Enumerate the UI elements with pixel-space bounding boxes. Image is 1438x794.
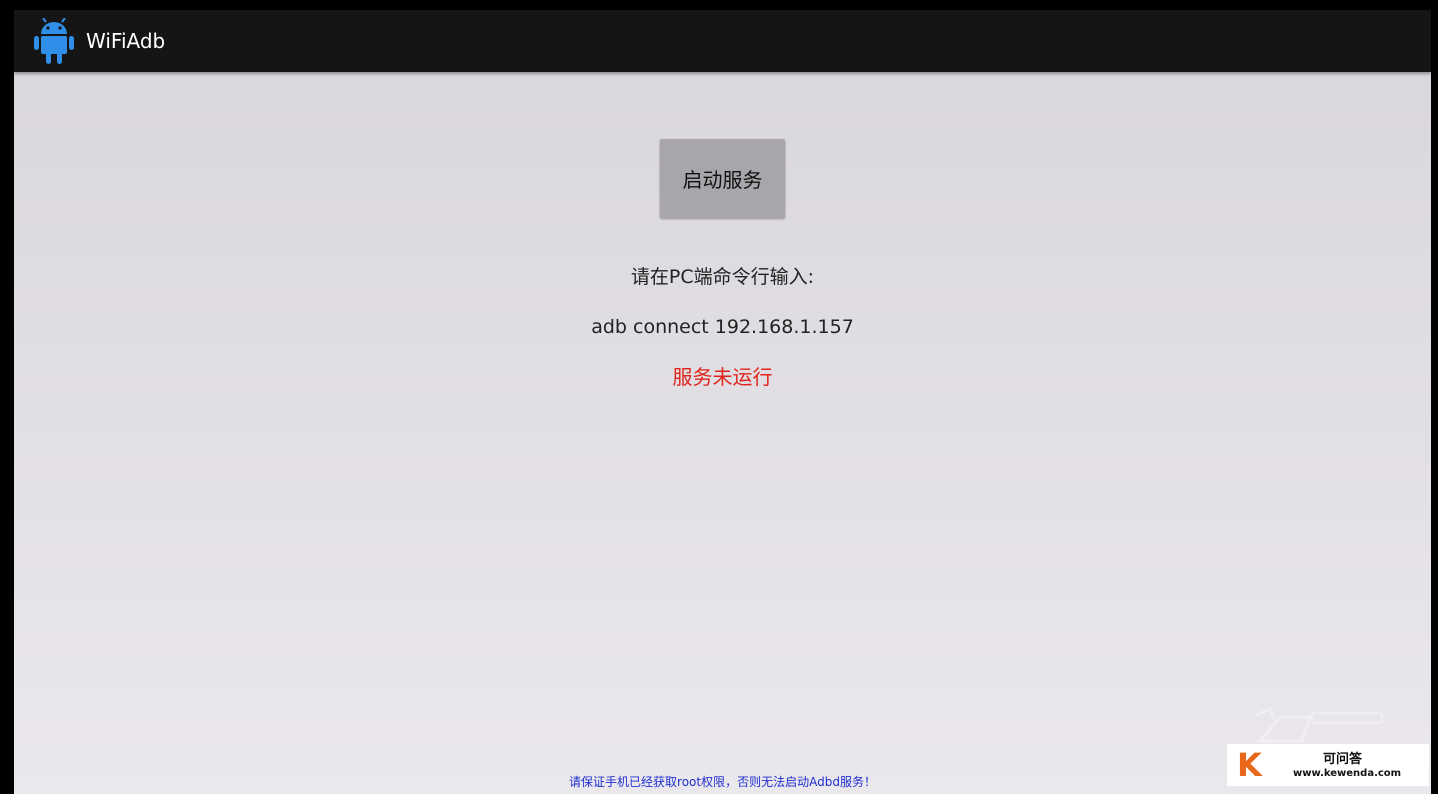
watermark-site-name: 可问答 <box>1323 752 1363 767</box>
watermark-logo: K 可问答 www.kewenda.com <box>1227 744 1429 786</box>
start-service-button[interactable]: 启动服务 <box>660 139 785 218</box>
action-bar: WiFiAdb <box>14 10 1431 72</box>
service-status-text: 服务未运行 <box>672 365 773 389</box>
faint-watermark-graphic <box>1255 707 1383 743</box>
watermark-site-url: www.kewenda.com <box>1293 768 1402 779</box>
app-title: WiFiAdb <box>86 29 166 53</box>
android-robot-icon <box>34 18 74 64</box>
root-notice-text: 请保证手机已经获取root权限，否则无法启动Adbd服务！ <box>569 775 876 789</box>
adb-command-text: adb connect 192.168.1.157 <box>591 316 854 338</box>
watermark-logo-letter: K <box>1237 746 1262 784</box>
app-window: WiFiAdb 启动服务 请在PC端命令行输入: adb connect 192… <box>14 10 1431 794</box>
prompt-text: 请在PC端命令行输入: <box>630 266 815 288</box>
